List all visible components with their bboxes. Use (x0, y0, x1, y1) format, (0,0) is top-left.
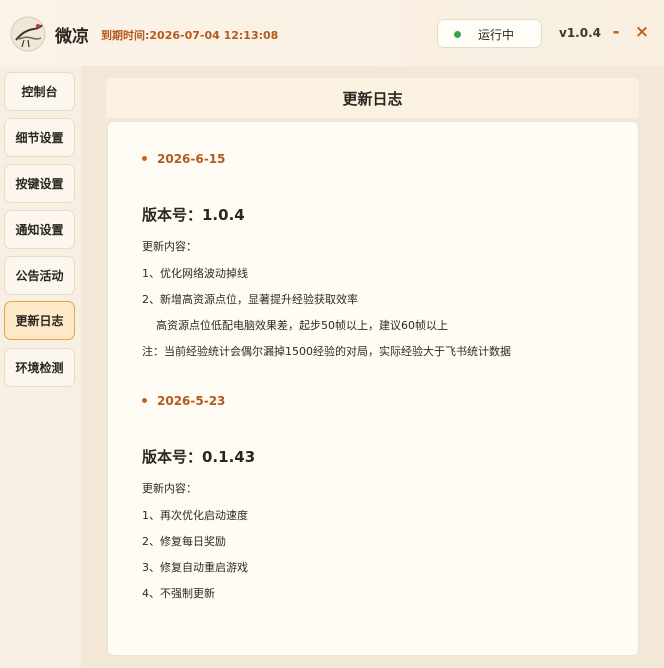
sidebar-item-env-check[interactable]: 环境检测 (4, 348, 75, 387)
changelog-panel[interactable]: 2026-6-15 版本号：1.0.4 更新内容： 1、优化网络波动掉线 2、新… (107, 121, 639, 656)
status-dot-icon (454, 31, 461, 38)
sidebar-item-notification-settings[interactable]: 通知设置 (4, 210, 75, 249)
entry-line: 4、不强制更新 (142, 587, 215, 600)
crane-logo-icon (10, 16, 46, 52)
entry-line: 更新内容： (142, 240, 197, 253)
entry-date: 2026-6-15 (142, 152, 225, 166)
page-title: 更新日志 (342, 89, 403, 108)
entry-line: 1、再次优化启动速度 (142, 509, 248, 522)
entry-line: 1、优化网络波动掉线 (142, 267, 248, 280)
expire-time: 到期时间:2026-07-04 12:13:08 (101, 29, 279, 42)
sidebar-item-key-settings[interactable]: 按键设置 (4, 164, 75, 203)
entry-version: 版本号：0.1.43 (142, 448, 256, 466)
entry-line: 注：当前经验统计会偶尔漏掉1500经验的对局，实际经验大于飞书统计数据 (142, 345, 511, 358)
panel-header: 更新日志 (106, 78, 639, 118)
entry-line: 2、新增高资源点位，显著提升经验获取效率 (142, 293, 358, 306)
status-button[interactable]: 运行中 (437, 19, 542, 48)
app-name: 微凉 (55, 27, 89, 47)
entry-date-text: 2026-5-23 (157, 394, 226, 408)
minimize-button[interactable]: - (606, 20, 626, 44)
title-bar: 微凉 到期时间:2026-07-04 12:13:08 运行中 v1.0.4 -… (0, 0, 664, 66)
bullet-dot-icon (142, 156, 147, 161)
version-label: v1.0.4 (559, 26, 601, 40)
sidebar-item-console[interactable]: 控制台 (4, 72, 75, 111)
close-button[interactable]: × (632, 20, 652, 44)
entry-line: 高资源点位低配电脑效果差，起步50帧以上，建议60帧以上 (142, 319, 448, 332)
entry-line: 2、修复每日奖励 (142, 535, 226, 548)
sidebar-item-detail-settings[interactable]: 细节设置 (4, 118, 75, 157)
entry-date: 2026-5-23 (142, 394, 225, 408)
entry-version: 版本号：1.0.4 (142, 206, 245, 224)
entry-line: 3、修复自动重启游戏 (142, 561, 248, 574)
status-label: 运行中 (478, 28, 515, 42)
main-content: 更新日志 2026-6-15 版本号：1.0.4 更新内容： 1、优化网络波动掉… (81, 66, 664, 668)
entry-date-text: 2026-6-15 (157, 152, 226, 166)
sidebar-item-announcements[interactable]: 公告活动 (4, 256, 75, 295)
sidebar-item-changelog[interactable]: 更新日志 (4, 301, 75, 340)
sidebar: 控制台 细节设置 按键设置 通知设置 公告活动 更新日志 环境检测 (0, 66, 81, 668)
entry-line: 更新内容： (142, 482, 197, 495)
bullet-dot-icon (142, 398, 147, 403)
